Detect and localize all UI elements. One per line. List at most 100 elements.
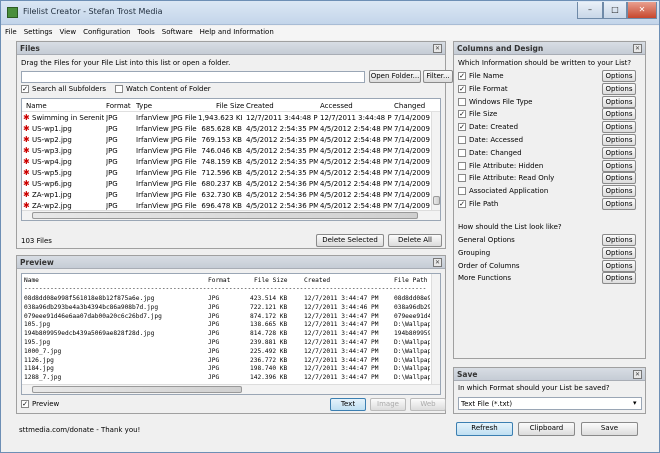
file-cell: 4/5/2012 2:54:36 PM [246,202,318,210]
menu-help[interactable]: Help and Information [196,26,277,36]
menu-tools[interactable]: Tools [134,26,158,36]
column-checkbox[interactable] [458,174,466,183]
preview-header-row: Name Format File Size Created File Path [24,277,434,285]
column-option-label: File Path [469,200,499,208]
jpg-file-icon: ✱ [23,180,30,188]
file-list[interactable]: Name Format Type File Size Created Acces… [21,98,441,221]
preview-hscroll[interactable] [22,384,440,394]
look-options-button[interactable]: Options [602,234,636,246]
delete-all-button[interactable]: Delete All [388,234,442,247]
file-row[interactable]: ✱ US-wp1.jpg JPG IrfanView JPG File 685.628 … [22,124,440,135]
col-type[interactable]: Type [136,102,152,110]
column-checkbox[interactable] [458,136,466,144]
filter-button[interactable]: Filter... [423,70,453,83]
columns-design-close-icon[interactable]: ✕ [633,44,642,53]
file-row[interactable]: ✱ ZA-wp1.jpg JPG IrfanView JPG File 632.730 … [22,190,440,201]
column-options-button[interactable]: Options [602,198,636,210]
jpg-file-icon: ✱ [23,147,30,155]
menu-file[interactable]: File [1,26,20,36]
preview-text-area[interactable]: Name Format File Size Created File Path … [21,273,441,395]
menu-configuration[interactable]: Configuration [79,26,133,36]
col-name[interactable]: Name [26,102,47,110]
web-mode-button[interactable]: Web [410,398,446,411]
file-list-vscroll[interactable] [431,112,440,210]
text-mode-button[interactable]: Text [330,398,366,411]
save-button[interactable]: Save [581,422,638,436]
column-checkbox[interactable]: ✓ [458,200,466,208]
save-format-select[interactable]: Text File (*.txt) ▾ [458,397,642,410]
column-checkbox[interactable]: ✓ [458,72,466,80]
jpg-file-icon: ✱ [23,169,30,177]
column-checkbox[interactable]: ✓ [458,123,466,132]
col-file-size[interactable]: File Size [216,102,244,110]
dropdown-arrow-icon: ▾ [633,399,637,407]
file-cell: 7/14/2009 1: [394,114,432,122]
column-options-button[interactable]: Options [602,70,636,82]
delete-selected-button[interactable]: Delete Selected [316,234,384,247]
file-list-vscroll-thumb[interactable] [433,196,440,205]
column-options-button[interactable]: Options [602,121,636,134]
column-checkbox[interactable] [458,187,466,196]
preview-hscroll-thumb[interactable] [32,386,242,393]
open-folder-button[interactable]: Open Folder... [369,70,421,83]
column-options-button[interactable]: Options [602,95,636,108]
file-list-hscroll-thumb[interactable] [32,212,418,219]
file-cell: 712.596 KB [201,169,242,177]
image-mode-button[interactable]: Image [370,398,406,411]
menu-software[interactable]: Software [158,26,196,36]
file-row[interactable]: ✱ US-wp6.jpg JPG IrfanView JPG File 680.237 … [22,179,440,190]
file-list-hscroll[interactable] [22,210,440,220]
close-button[interactable]: ✕ [627,2,657,19]
column-options-button[interactable]: Options [602,172,636,185]
save-panel-close-icon[interactable]: ✕ [633,370,642,379]
refresh-button[interactable]: Refresh [456,422,513,436]
minimize-button[interactable]: – [577,2,603,19]
file-row[interactable]: ✱ US-wp2.jpg JPG IrfanView JPG File 769.153 … [22,135,440,146]
preview-cell: JPG [208,330,220,338]
preview-vscroll[interactable] [431,274,440,384]
col-created[interactable]: Created [246,102,274,110]
file-cell: 632.730 KB [201,191,242,199]
column-option-label: Associated Application [469,187,549,196]
look-options-button[interactable]: Options [602,272,636,285]
preview-row: 105.jpg JPG 138.665 KB 12/7/2011 3:44:47 PM… [24,321,430,330]
col-changed[interactable]: Changed [394,102,425,110]
column-options-button[interactable]: Options [602,134,636,146]
file-row[interactable]: ✱ US-wp5.jpg JPG IrfanView JPG File 712.596 … [22,168,440,179]
preview-cell: D:\Wallpap [394,321,430,329]
column-options-button[interactable]: Options [602,146,636,159]
preview-cell: 079eee91d4 [394,312,430,320]
files-panel-close-icon[interactable]: ✕ [433,44,442,53]
preview-row: 1288_7.jpg JPG 142.396 KB 12/7/2011 3:44:47… [24,374,430,383]
file-row[interactable]: ✱ US-wp3.jpg JPG IrfanView JPG File 746.046 … [22,146,440,157]
column-option-label: Windows File Type [469,97,533,106]
column-checkbox[interactable] [458,97,466,106]
clipboard-button[interactable]: Clipboard [518,422,575,436]
search-subfolders-checkbox[interactable]: ✓ [21,85,29,93]
folder-path-input[interactable] [21,71,365,83]
maximize-button[interactable]: □ [603,2,627,19]
preview-checkbox[interactable]: ✓ [21,400,29,408]
column-checkbox[interactable]: ✓ [458,110,466,119]
column-checkbox[interactable] [458,161,466,170]
look-options-button[interactable]: Options [602,246,636,259]
column-options-button[interactable]: Options [602,185,636,198]
watch-folder-checkbox[interactable] [115,85,123,93]
donate-link[interactable]: sttmedia.com/donate - Thank you! [19,426,140,434]
preview-cell: 12/7/2011 3:44:47 PM [304,347,379,355]
col-format[interactable]: Format [106,102,131,110]
menu-settings[interactable]: Settings [20,26,56,36]
menu-view[interactable]: View [55,26,79,36]
file-row[interactable]: ✱ US-wp4.jpg JPG IrfanView JPG File 748.159 … [22,157,440,168]
column-options-button[interactable]: Options [602,159,636,172]
column-options-button[interactable]: Options [602,82,636,95]
col-accessed[interactable]: Accessed [320,102,353,110]
column-options-button[interactable]: Options [602,108,636,121]
preview-cell: 138.665 KB [250,321,288,329]
column-checkbox[interactable]: ✓ [458,84,466,93]
preview-cell: 1000_7.jpg [24,347,62,355]
preview-panel-close-icon[interactable]: ✕ [433,258,442,267]
column-checkbox[interactable] [458,148,466,157]
file-row[interactable]: ✱ Swimming in Serenit... JPG IrfanView JPG … [22,113,440,124]
look-options-button[interactable]: Options [602,259,636,272]
